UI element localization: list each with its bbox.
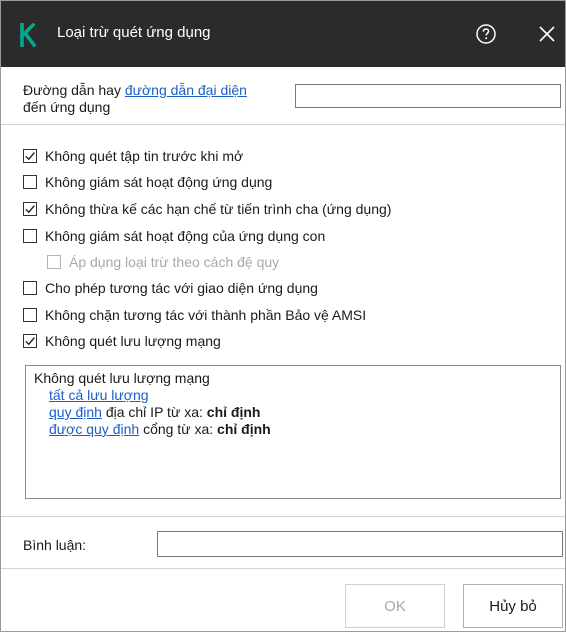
remote-port-specify-link[interactable]: chỉ định: [217, 421, 271, 437]
remote-port-text: cổng từ xa:: [143, 421, 214, 437]
cancel-button[interactable]: Hủy bỏ: [463, 584, 563, 628]
option-checkbox-3[interactable]: Không thừa kế các hạn chế từ tiến trình …: [23, 199, 391, 219]
option-label: Không thừa kế các hạn chế từ tiến trình …: [45, 201, 392, 217]
ok-button[interactable]: OK: [345, 584, 445, 628]
exclusion-dialog: Loại trừ quét ứng dụng Đường dẫn hay đườ…: [0, 0, 566, 632]
option-checkbox-5: Áp dụng loại trừ theo cách đệ quy: [47, 252, 279, 272]
remote-ip-rule-link[interactable]: quy định: [49, 404, 102, 420]
option-checkbox-2[interactable]: Không giám sát hoạt động ứng dụng: [23, 172, 272, 192]
path-mask-link[interactable]: đường dẫn đại diện: [125, 82, 247, 98]
checkbox-unchecked-icon[interactable]: [23, 308, 37, 322]
divider: [1, 516, 565, 517]
divider: [1, 568, 565, 569]
option-checkbox-6[interactable]: Cho phép tương tác với giao diện ứng dụn…: [23, 278, 318, 298]
path-label-prefix: Đường dẫn hay: [23, 82, 121, 98]
all-traffic-link[interactable]: tất cả lưu lượng: [49, 387, 149, 403]
option-label: Áp dụng loại trừ theo cách đệ quy: [69, 254, 280, 270]
option-checkbox-1[interactable]: Không quét tập tin trước khi mở: [23, 146, 243, 166]
remote-ip-specify-link[interactable]: chỉ định: [207, 404, 261, 420]
option-label: Không quét lưu lượng mạng: [45, 333, 221, 349]
traffic-exclusion-panel: Không quét lưu lượng mạng tất cả lưu lượ…: [25, 365, 561, 499]
remote-ip-text: địa chỉ IP từ xa:: [105, 404, 203, 420]
help-icon[interactable]: [475, 23, 497, 45]
window-title: Loại trừ quét ứng dụng: [57, 24, 211, 41]
path-input[interactable]: [295, 84, 561, 108]
option-label: Không chặn tương tác với thành phần Bảo …: [45, 307, 367, 323]
close-icon[interactable]: [537, 24, 557, 44]
path-label: Đường dẫn hay đường dẫn đại diện đến ứng…: [23, 82, 247, 116]
checkbox-checked-icon[interactable]: [23, 334, 37, 348]
divider: [1, 124, 565, 125]
checkbox-unchecked-icon[interactable]: [23, 281, 37, 295]
checkbox-unchecked-icon: [47, 255, 61, 269]
comment-label: Bình luận:: [23, 537, 87, 553]
option-checkbox-8[interactable]: Không quét lưu lượng mạng: [23, 331, 221, 351]
title-bar: Loại trừ quét ứng dụng: [1, 1, 565, 67]
option-label: Không quét tập tin trước khi mở: [45, 148, 244, 164]
option-label: Không giám sát hoạt động ứng dụng: [45, 174, 273, 190]
option-checkbox-4[interactable]: Không giám sát hoạt động của ứng dụng co…: [23, 226, 325, 246]
comment-input[interactable]: [157, 531, 563, 557]
checkbox-checked-icon[interactable]: [23, 149, 37, 163]
kaspersky-logo-icon: [19, 23, 37, 47]
checkbox-checked-icon[interactable]: [23, 202, 37, 216]
option-label: Không giám sát hoạt động của ứng dụng co…: [45, 228, 326, 244]
remote-port-rule-link[interactable]: được quy định: [49, 421, 139, 437]
checkbox-unchecked-icon[interactable]: [23, 175, 37, 189]
traffic-title: Không quét lưu lượng mạng: [34, 370, 210, 386]
checkbox-unchecked-icon[interactable]: [23, 229, 37, 243]
option-checkbox-7[interactable]: Không chặn tương tác với thành phần Bảo …: [23, 305, 366, 325]
path-label-suffix: đến ứng dụng: [23, 99, 111, 115]
option-label: Cho phép tương tác với giao diện ứng dụn…: [45, 280, 318, 296]
